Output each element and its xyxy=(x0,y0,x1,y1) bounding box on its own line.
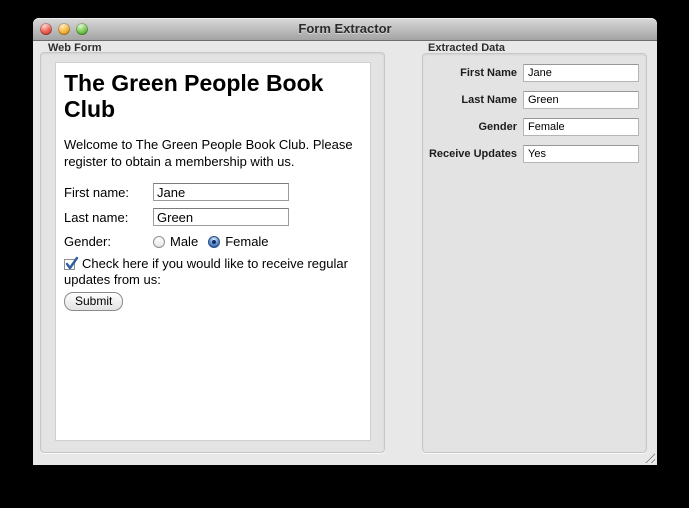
web-view: The Green People Book Club Welcome to Th… xyxy=(55,62,371,441)
minimize-button[interactable] xyxy=(58,23,70,35)
page-intro: Welcome to The Green People Book Club. P… xyxy=(64,136,362,170)
extracted-row: Receive Updates xyxy=(423,145,646,163)
extracted-data-groupbox: First Name Last Name Gender Receive Upda… xyxy=(422,53,647,453)
updates-row: Check here if you would like to receive … xyxy=(64,256,362,288)
gender-female-radio[interactable] xyxy=(208,236,220,248)
first-name-input[interactable] xyxy=(153,183,289,201)
app-window: Form Extractor Web Form Extracted Data T… xyxy=(33,18,657,465)
extracted-row: Gender xyxy=(423,118,646,136)
resize-grip-icon[interactable] xyxy=(643,451,655,463)
title-bar[interactable]: Form Extractor xyxy=(33,18,657,41)
close-button[interactable] xyxy=(40,23,52,35)
submit-button[interactable]: Submit xyxy=(64,292,123,311)
first-name-label: First name: xyxy=(64,185,153,200)
extracted-gender-field[interactable] xyxy=(523,118,639,136)
window-title: Form Extractor xyxy=(33,18,657,40)
last-name-input[interactable] xyxy=(153,208,289,226)
extracted-receive-updates-field[interactable] xyxy=(523,145,639,163)
checkmark-icon xyxy=(65,256,79,270)
zoom-button[interactable] xyxy=(76,23,88,35)
extracted-last-name-field[interactable] xyxy=(523,91,639,109)
gender-male-label: Male xyxy=(170,234,198,249)
extracted-gender-label: Gender xyxy=(423,121,517,133)
extracted-row: First Name xyxy=(423,64,646,82)
page-heading: The Green People Book Club xyxy=(64,70,362,122)
extracted-row: Last Name xyxy=(423,91,646,109)
gender-label: Gender: xyxy=(64,234,153,249)
extracted-first-name-label: First Name xyxy=(423,67,517,79)
extracted-receive-updates-label: Receive Updates xyxy=(423,148,517,160)
extracted-first-name-field[interactable] xyxy=(523,64,639,82)
gender-male-radio[interactable] xyxy=(153,236,165,248)
first-name-row: First name: xyxy=(64,183,362,201)
extracted-last-name-label: Last Name xyxy=(423,94,517,106)
gender-female-label: Female xyxy=(225,234,268,249)
last-name-label: Last name: xyxy=(64,210,153,225)
updates-label: Check here if you would like to receive … xyxy=(64,256,348,287)
gender-row: Gender: Male Female xyxy=(64,234,362,249)
last-name-row: Last name: xyxy=(64,208,362,226)
web-form-groupbox: The Green People Book Club Welcome to Th… xyxy=(40,52,385,453)
updates-checkbox[interactable] xyxy=(64,259,75,270)
